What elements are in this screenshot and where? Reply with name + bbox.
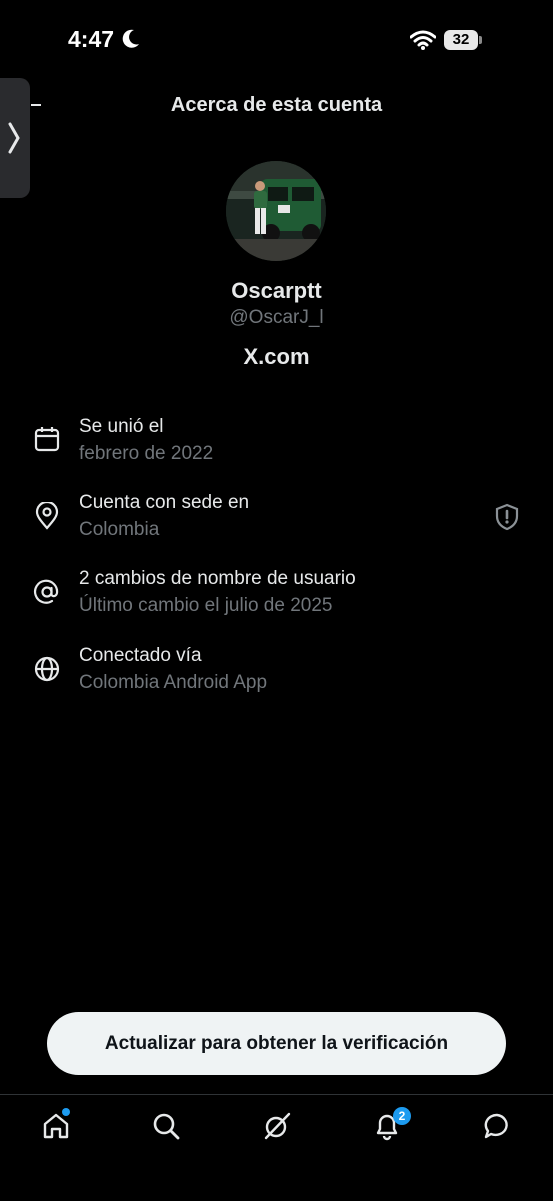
- profile-handle: @OscarJ_l: [229, 307, 324, 328]
- notifications-badge: 2: [393, 1107, 411, 1125]
- avatar-image: [226, 161, 326, 261]
- bottom-nav: 2: [0, 1094, 553, 1201]
- location-pin-icon: [35, 502, 59, 530]
- chevron-right-icon: [8, 122, 20, 154]
- search-icon[interactable]: [151, 1111, 181, 1141]
- username-changes-date: Último cambio el julio de 2025: [79, 595, 333, 616]
- site-label: X.com: [243, 344, 310, 369]
- joined-title: Se unió el: [79, 416, 164, 437]
- username-changes-title: 2 cambios de nombre de usuario: [79, 568, 356, 589]
- moon-icon: [122, 29, 139, 48]
- connected-value: Colombia Android App: [79, 672, 268, 693]
- battery-indicator: 32: [444, 30, 482, 50]
- location-value: Colombia: [79, 519, 160, 540]
- get-verified-button[interactable]: Actualizar para obtener la verificación: [47, 1012, 506, 1075]
- connected-title: Conectado vía: [79, 645, 202, 666]
- avatar[interactable]: [226, 161, 326, 261]
- profile-name: Oscarptt: [231, 278, 322, 303]
- grok-icon[interactable]: [262, 1111, 292, 1141]
- at-sign-icon: [34, 579, 59, 604]
- wifi-icon: [410, 30, 436, 50]
- calendar-icon: [34, 427, 60, 452]
- home-unread-dot: [62, 1108, 70, 1116]
- page-title: Acerca de esta cuenta: [170, 94, 383, 116]
- globe-icon: [34, 656, 60, 682]
- status-time: 4:47: [68, 26, 115, 52]
- shield-alert-icon[interactable]: [494, 503, 520, 531]
- battery-level: 32: [452, 31, 470, 48]
- joined-date: febrero de 2022: [79, 443, 214, 464]
- messages-icon[interactable]: [482, 1111, 512, 1141]
- location-title: Cuenta con sede en: [79, 492, 250, 513]
